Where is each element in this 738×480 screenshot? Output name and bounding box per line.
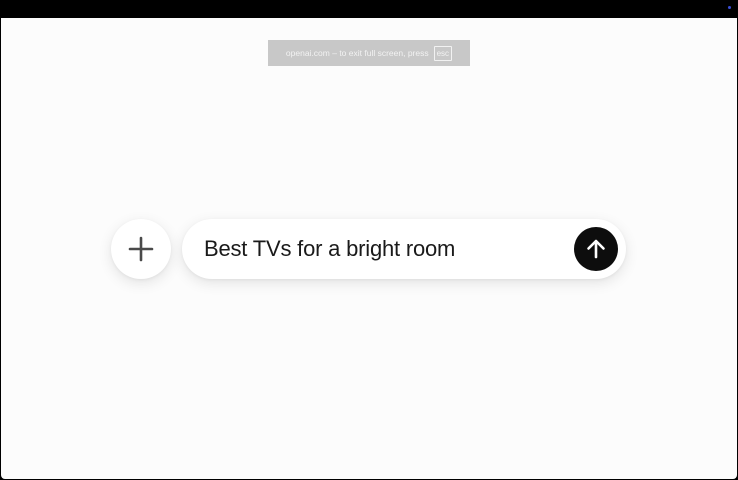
fullscreen-notice-text: openai.com – to exit full screen, press — [285, 48, 429, 58]
browser-window: openai.com – to exit full screen, press … — [1, 18, 737, 479]
plus-icon — [128, 236, 154, 262]
add-button[interactable] — [111, 219, 171, 279]
screen: openai.com – to exit full screen, press … — [0, 0, 738, 480]
arrow-up-icon — [587, 239, 605, 259]
prompt-input[interactable]: Best TVs for a bright room — [182, 219, 626, 279]
send-button[interactable] — [574, 227, 618, 271]
top-bar — [0, 0, 738, 18]
fullscreen-notice: openai.com – to exit full screen, press … — [268, 40, 470, 66]
status-indicator-dot — [728, 6, 731, 9]
esc-key-badge: esc — [433, 45, 453, 61]
prompt-text: Best TVs for a bright room — [204, 236, 456, 261]
